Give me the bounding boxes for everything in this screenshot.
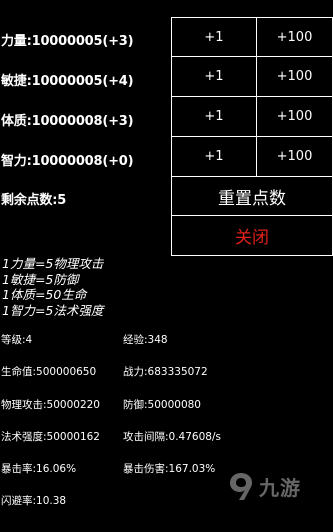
constitution-plus100-button[interactable]: +100: [256, 96, 333, 137]
stat-magic: 法术强度:50000162: [1, 431, 100, 443]
rule-constitution: 1体质=50生命: [2, 287, 87, 302]
strength-plus100-button[interactable]: +100: [256, 17, 333, 57]
reset-points-button[interactable]: 重置点数: [171, 176, 333, 216]
stat-hp: 生命值:500000650: [1, 366, 97, 378]
strength-label: 力量:10000005(+3): [1, 34, 134, 49]
watermark-logo: 九游: [227, 466, 327, 506]
stat-atk-interval: 攻击间隔:0.47608/s: [123, 431, 221, 443]
rule-strength: 1力量=5物理攻击: [2, 256, 104, 271]
conversion-rules: 1力量=5物理攻击 1敏捷=5防御 1体质=50生命 1智力=5法术强度: [2, 256, 103, 318]
intelligence-plus1-button[interactable]: +1: [171, 136, 257, 177]
stat-exp: 经验:348: [123, 334, 168, 346]
close-button[interactable]: 关闭: [171, 215, 333, 256]
stat-crit-dmg: 暴击伤害:167.03%: [123, 463, 216, 475]
rule-intelligence: 1智力=5法术强度: [2, 302, 104, 318]
rule-agility: 1敏捷=5防御: [2, 271, 79, 287]
remaining-points-label: 剩余点数:5: [1, 193, 67, 208]
agility-plus1-button[interactable]: +1: [171, 56, 257, 97]
constitution-label: 体质:10000008(+3): [1, 114, 134, 129]
agility-plus100-button[interactable]: +100: [256, 56, 333, 97]
constitution-plus1-button[interactable]: +1: [171, 96, 257, 137]
watermark-text: 九游: [259, 475, 301, 500]
intelligence-label: 智力:10000008(+0): [1, 154, 134, 169]
stat-power: 战力:683335072: [123, 366, 208, 378]
stat-phys-atk: 物理攻击:50000220: [1, 399, 100, 411]
stat-level: 等级:4: [1, 334, 33, 346]
nine-game-logo-icon: [230, 473, 252, 500]
intelligence-plus100-button[interactable]: +100: [256, 136, 333, 177]
strength-plus1-button[interactable]: +1: [171, 17, 257, 57]
stat-dodge: 闪避率:10.38: [1, 495, 67, 507]
stat-crit-rate: 暴击率:16.06%: [1, 463, 77, 475]
agility-label: 敏捷:10000005(+4): [1, 74, 134, 89]
stat-defense: 防御:50000080: [123, 399, 201, 411]
